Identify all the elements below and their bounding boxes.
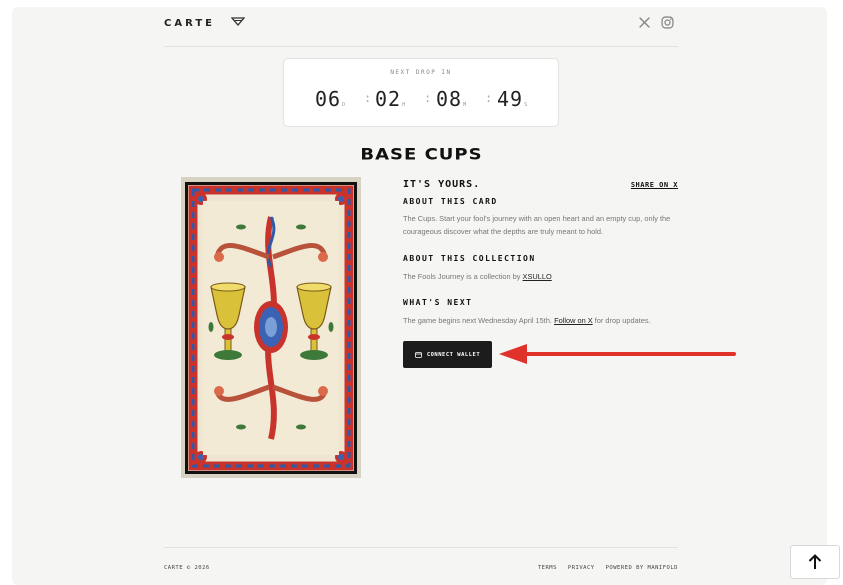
countdown-days-suffix: D [342,102,346,108]
instagram-icon[interactable] [661,16,674,29]
connect-wallet-button[interactable]: CONNECT WALLET [403,341,492,368]
follow-on-x-link[interactable]: Follow on X [554,316,593,325]
scroll-to-top-button[interactable] [790,545,840,579]
terms-link[interactable]: TERMS [538,565,557,571]
about-card-heading: ABOUT THIS CARD [403,197,498,206]
page-title: BASE CUPS [360,145,483,164]
countdown-panel: NEXT DROP IN 06D : 02H : 08M : 49S [283,58,559,127]
arrow-up-icon [808,554,822,569]
countdown-hours-value: 02 [375,87,402,111]
logo[interactable]: CARTE [164,18,215,29]
annotation-arrow-icon [499,344,736,364]
whats-next-text-prefix: The game begins next Wednesday April 15t… [403,316,555,325]
logo-mark-icon [231,17,245,26]
about-collection-text-prefix: The Fools Journey is a collection by [403,272,523,281]
owned-headline: IT'S YOURS. [403,179,481,190]
whats-next-text-suffix: for drop updates. [592,316,651,325]
powered-by-link[interactable]: POWERED BY MANIFOLD [606,565,678,571]
countdown-separator: : [364,91,372,105]
share-on-x-link[interactable]: SHARE ON X [631,181,678,189]
countdown-days-value: 06 [315,87,342,111]
countdown-label: NEXT DROP IN [390,69,452,76]
countdown-row: 06D : 02H : 08M : 49S [284,87,558,117]
whats-next-heading: WHAT'S NEXT [403,298,473,307]
footer-links: TERMS PRIVACY POWERED BY MANIFOLD [538,565,678,571]
copyright: CARTE © 2026 [164,565,210,571]
countdown-minutes-suffix: M [463,102,467,108]
x-icon[interactable] [638,16,651,29]
countdown-days: 06D [315,87,345,111]
countdown-hours-suffix: H [402,102,406,108]
connect-wallet-label: CONNECT WALLET [426,351,481,358]
header: CARTE [164,14,678,47]
countdown-separator: : [424,91,432,105]
whats-next-text: The game begins next Wednesday April 15t… [403,314,679,327]
countdown-seconds-value: 49 [497,87,524,111]
countdown-hours: 02H [375,87,405,111]
creator-link[interactable]: XSULLO [523,272,552,281]
about-card-text: The Cups. Start your fool's journey with… [403,214,671,236]
social-links [638,16,674,29]
countdown-separator: : [485,91,493,105]
countdown-minutes: 08M [436,87,466,111]
countdown-minutes-value: 08 [436,87,463,111]
wallet-icon [414,351,422,358]
countdown-seconds: 49S [497,87,527,111]
card-image [181,177,361,478]
about-collection-heading: ABOUT THIS COLLECTION [403,254,536,263]
privacy-link[interactable]: PRIVACY [568,565,595,571]
footer: CARTE © 2026 TERMS PRIVACY POWERED BY MA… [164,547,678,576]
about-collection-text: The Fools Journey is a collection by XSU… [403,270,679,283]
countdown-seconds-suffix: S [524,102,528,108]
